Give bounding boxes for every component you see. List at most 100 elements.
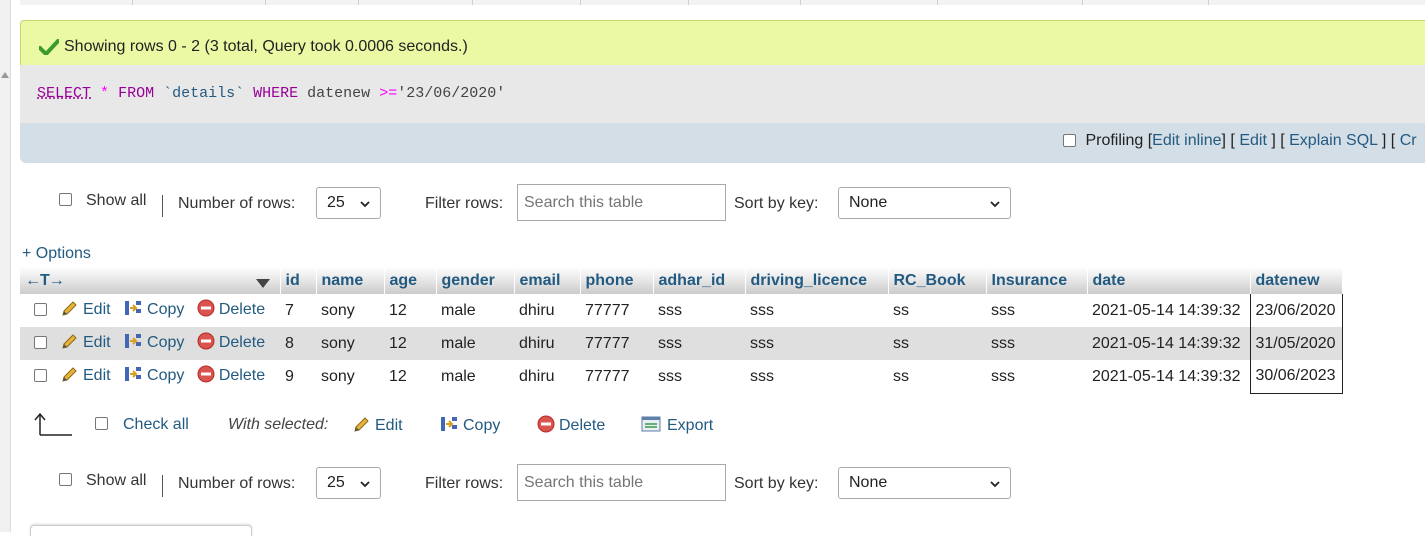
profiling-label: Profiling <box>1085 132 1144 149</box>
column-controls-header: ←T→ <box>20 267 281 294</box>
cell-age[interactable]: 12 <box>384 360 436 393</box>
bulk-delete-button[interactable]: Delete <box>537 415 605 438</box>
check-all-link[interactable]: Check all <box>123 416 189 434</box>
sql-field: datenew <box>307 85 371 102</box>
show-all-checkbox[interactable] <box>59 193 72 206</box>
nav-separator <box>162 195 163 217</box>
sql-select-keyword[interactable]: SELECT <box>37 85 91 102</box>
edit-query-link[interactable]: Edit <box>1239 132 1267 149</box>
row-delete-link[interactable]: Delete <box>219 301 265 318</box>
show-all-checkbox[interactable] <box>59 473 72 486</box>
cell-id[interactable]: 7 <box>280 294 316 327</box>
cell-rc-book[interactable]: ss <box>888 294 986 327</box>
cell-phone[interactable]: 77777 <box>580 360 653 393</box>
cell-age[interactable]: 12 <box>384 327 436 360</box>
cell-phone[interactable]: 77777 <box>580 327 653 360</box>
copy-icon <box>123 332 143 355</box>
sort-by-key-value: None <box>849 194 888 211</box>
filter-rows-input[interactable] <box>517 184 726 221</box>
bulk-copy-label[interactable]: Copy <box>463 417 500 434</box>
cell-adhar-id[interactable]: sss <box>653 327 745 360</box>
rows-per-page-select[interactable]: 25 <box>316 467 381 499</box>
edit-inline-link[interactable]: Edit inline <box>1152 132 1221 149</box>
row-actions-cell: Edit Copy Delete <box>20 294 280 327</box>
cell-phone[interactable]: 77777 <box>580 294 653 327</box>
row-copy-link[interactable]: Copy <box>147 367 184 384</box>
column-header-phone[interactable]: phone <box>580 267 654 294</box>
column-header-insurance[interactable]: Insurance <box>986 267 1088 294</box>
cell-name[interactable]: sony <box>316 294 384 327</box>
column-menu-icon[interactable] <box>255 275 270 293</box>
column-header-rc-book[interactable]: RC_Book <box>888 267 987 294</box>
cell-name[interactable]: sony <box>316 327 384 360</box>
row-checkbox[interactable] <box>34 336 47 349</box>
filter-rows-input[interactable] <box>517 464 726 501</box>
cell-adhar-id[interactable]: sss <box>653 294 745 327</box>
row-checkbox[interactable] <box>34 369 47 382</box>
cell-driving-licence[interactable]: sss <box>745 294 888 327</box>
cell-adhar-id[interactable]: sss <box>653 360 745 393</box>
column-header-name[interactable]: name <box>316 267 385 294</box>
bulk-copy-button[interactable]: Copy <box>439 415 500 438</box>
column-header-age[interactable]: age <box>384 267 437 294</box>
column-header-datenew[interactable]: datenew <box>1250 267 1343 294</box>
sql-query-box: SELECT * FROM `details` WHERE datenew >=… <box>20 65 1425 123</box>
sort-by-key-select[interactable]: None <box>838 187 1011 219</box>
cell-date[interactable]: 2021-05-14 14:39:32 <box>1087 360 1250 393</box>
profiling-checkbox[interactable] <box>1063 134 1076 147</box>
column-resize-arrows-icon[interactable]: ←T→ <box>25 272 65 289</box>
column-header-id[interactable]: id <box>280 267 317 294</box>
cell-date[interactable]: 2021-05-14 14:39:32 <box>1087 294 1250 327</box>
row-edit-link[interactable]: Edit <box>83 301 111 318</box>
cell-gender[interactable]: male <box>436 360 514 393</box>
bulk-edit-label[interactable]: Edit <box>375 417 403 434</box>
rows-per-page-select[interactable]: 25 <box>316 187 381 219</box>
column-header-gender[interactable]: gender <box>436 267 515 294</box>
column-header-email[interactable]: email <box>514 267 581 294</box>
row-checkbox[interactable] <box>34 303 47 316</box>
cell-driving-licence[interactable]: sss <box>745 360 888 393</box>
create-php-link[interactable]: Cr <box>1400 132 1417 149</box>
check-all-checkbox[interactable] <box>95 417 108 430</box>
explain-sql-link[interactable]: Explain SQL <box>1289 132 1377 149</box>
column-header-date[interactable]: date <box>1087 267 1251 294</box>
cell-gender[interactable]: male <box>436 294 514 327</box>
row-edit-link[interactable]: Edit <box>83 334 111 351</box>
bulk-export-label[interactable]: Export <box>667 417 713 434</box>
sort-by-key-select[interactable]: None <box>838 467 1011 499</box>
bulk-export-button[interactable]: Export <box>641 415 713 438</box>
left-scrollbar[interactable] <box>0 0 11 532</box>
arrow-up-left-icon <box>34 411 74 442</box>
bulk-edit-button[interactable]: Edit <box>353 415 403 438</box>
row-delete-link[interactable]: Delete <box>219 367 265 384</box>
cell-email[interactable]: dhiru <box>514 327 580 360</box>
cell-datenew[interactable]: 30/06/2023 <box>1249 360 1343 394</box>
cell-name[interactable]: sony <box>316 360 384 393</box>
column-header-driving-licence[interactable]: driving_licence <box>745 267 889 294</box>
column-header-adhar-id[interactable]: adhar_id <box>653 267 746 294</box>
options-link[interactable]: + Options <box>22 245 91 263</box>
cell-datenew[interactable]: 23/06/2020 <box>1249 294 1343 327</box>
cell-id[interactable]: 9 <box>280 360 316 393</box>
cell-insurance[interactable]: sss <box>986 327 1087 360</box>
row-delete-link[interactable]: Delete <box>219 334 265 351</box>
pencil-icon <box>61 365 79 388</box>
cell-driving-licence[interactable]: sss <box>745 327 888 360</box>
cell-insurance[interactable]: sss <box>986 294 1087 327</box>
cell-gender[interactable]: male <box>436 327 514 360</box>
row-copy-link[interactable]: Copy <box>147 301 184 318</box>
cell-age[interactable]: 12 <box>384 294 436 327</box>
cell-email[interactable]: dhiru <box>514 294 580 327</box>
cell-datenew[interactable]: 31/05/2020 <box>1249 327 1343 360</box>
row-copy-link[interactable]: Copy <box>147 334 184 351</box>
cell-rc-book[interactable]: ss <box>888 360 986 393</box>
cell-date[interactable]: 2021-05-14 14:39:32 <box>1087 327 1250 360</box>
cell-insurance[interactable]: sss <box>986 360 1087 393</box>
cell-id[interactable]: 8 <box>280 327 316 360</box>
bulk-delete-label[interactable]: Delete <box>559 417 605 434</box>
sort-by-key-value: None <box>849 474 888 491</box>
row-edit-link[interactable]: Edit <box>83 367 111 384</box>
scroll-up-icon[interactable] <box>1 72 9 78</box>
cell-email[interactable]: dhiru <box>514 360 580 393</box>
cell-rc-book[interactable]: ss <box>888 327 986 360</box>
